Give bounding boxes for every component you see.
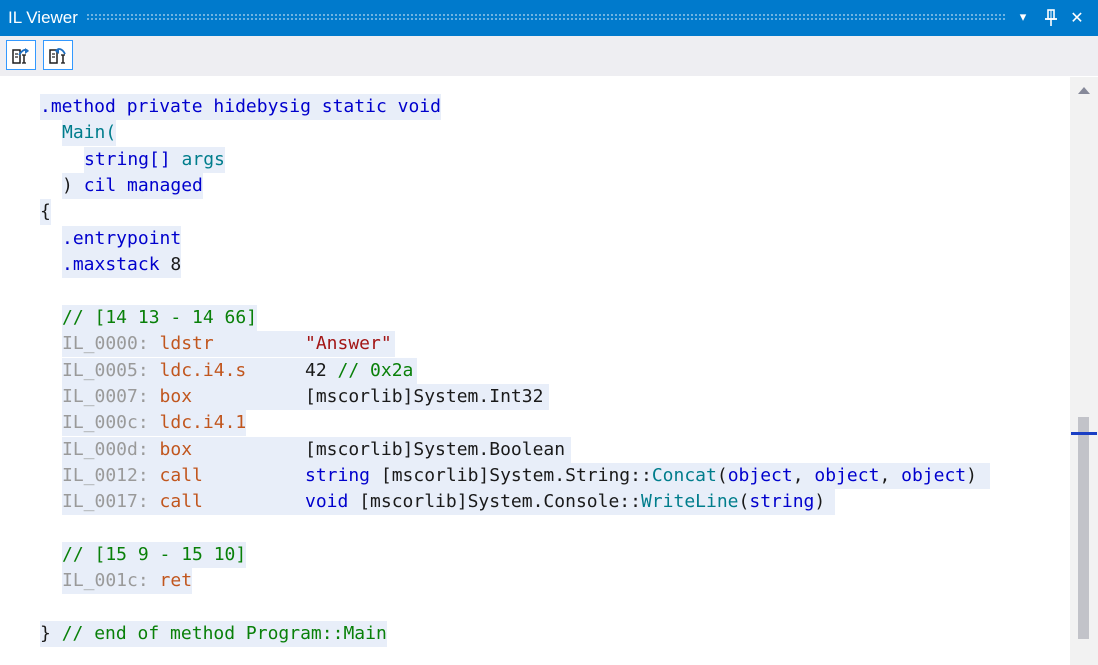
close-icon[interactable]: ✕	[1067, 7, 1087, 29]
code-line-entrypoint: .entrypoint	[62, 226, 182, 252]
code-line-il-0012: IL_0012: call string [mscorlib]System.Str…	[62, 463, 990, 489]
code-line-param: string[] args	[84, 147, 225, 173]
code-line-il-0005: IL_0005: ldc.i4.s 42 // 0x2a	[62, 358, 417, 384]
title-bar: IL Viewer ▾ ✕	[0, 0, 1098, 36]
code-line-method-name: Main(	[62, 120, 117, 146]
code-line-il-0017: IL_0017: call void [mscorlib]System.Conso…	[62, 489, 835, 515]
navigate-to-source-button[interactable]	[6, 40, 36, 70]
navigate-from-source-icon	[49, 48, 66, 64]
code-line-sequence-point-2: // [15 9 - 15 10]	[62, 542, 247, 568]
pin-icon[interactable]	[1041, 7, 1061, 29]
il-code-editor[interactable]: .method private hidebysig static void Ma…	[0, 77, 1070, 665]
code-line-sequence-point-1: // [14 13 - 14 66]	[62, 305, 258, 331]
vertical-scrollbar[interactable]	[1070, 77, 1098, 665]
code-line-maxstack: .maxstack 8	[62, 252, 182, 278]
title-bar-grip[interactable]	[86, 13, 1006, 20]
scroll-up-arrow-icon[interactable]	[1078, 87, 1090, 94]
window-menu-dropdown-icon[interactable]: ▾	[1013, 7, 1033, 29]
toolbar	[0, 36, 1098, 76]
code-line-il-0000: IL_0000: ldstr "Answer"	[62, 331, 395, 357]
navigate-to-source-icon	[12, 48, 29, 64]
scrollbar-thumb[interactable]	[1078, 417, 1089, 639]
code-line-il-000c: IL_000c: ldc.i4.1	[62, 410, 247, 436]
code-line-il-001c: IL_001c: ret	[62, 568, 193, 594]
code-line-method-decl: .method private hidebysig static void	[40, 94, 441, 120]
code-line-il-0007: IL_0007: box [mscorlib]System.Int32	[62, 384, 549, 410]
code-line-open-brace: {	[40, 199, 51, 225]
navigate-from-source-button[interactable]	[43, 40, 73, 70]
code-line-close-brace: } // end of method Program::Main	[40, 621, 387, 647]
code-line-cil-managed: ) cil managed	[62, 173, 203, 199]
window-title: IL Viewer	[8, 8, 78, 27]
code-line-il-000d: IL_000d: box [mscorlib]System.Boolean	[62, 437, 571, 463]
scrollbar-caret-marker	[1071, 432, 1097, 435]
